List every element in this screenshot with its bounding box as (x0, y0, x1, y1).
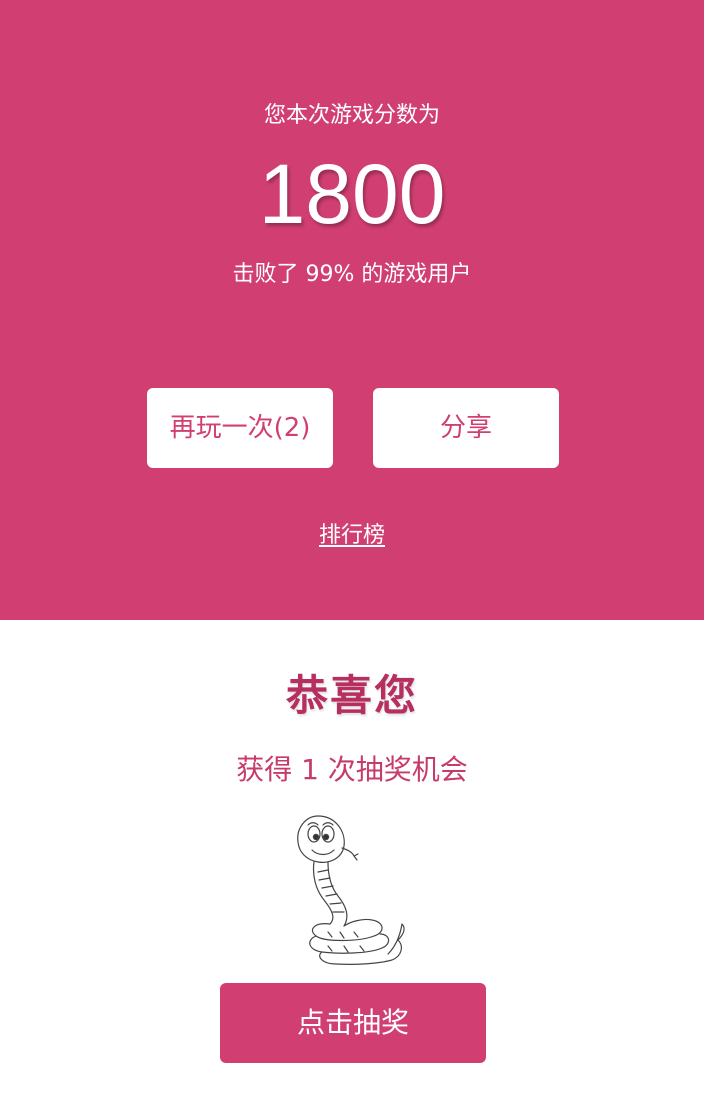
score-caption: 您本次游戏分数为 (263, 103, 440, 128)
score-panel: 您本次游戏分数为 1800 击败了 99% 的游戏用户 再玩一次(2) 分享 排… (0, 0, 704, 620)
leaderboard-link[interactable]: 排行榜 (311, 523, 393, 548)
replay-button[interactable]: 再玩一次(2) (147, 388, 333, 468)
share-button[interactable]: 分享 (373, 388, 559, 468)
game-result-page: 您本次游戏分数为 1800 击败了 99% 的游戏用户 再玩一次(2) 分享 排… (0, 0, 704, 1110)
snake-mascot-icon (297, 815, 405, 965)
draw-lottery-button[interactable]: 点击抽奖 (220, 983, 486, 1063)
congrats-title: 恭喜您 (285, 671, 418, 720)
beat-percentage-text: 击败了 99% 的游戏用户 (232, 262, 472, 287)
leaderboard-link-row: 排行榜 (0, 520, 704, 552)
lottery-chance-text: 获得 1 次抽奖机会 (236, 753, 468, 786)
score-value: 1800 (258, 147, 446, 241)
